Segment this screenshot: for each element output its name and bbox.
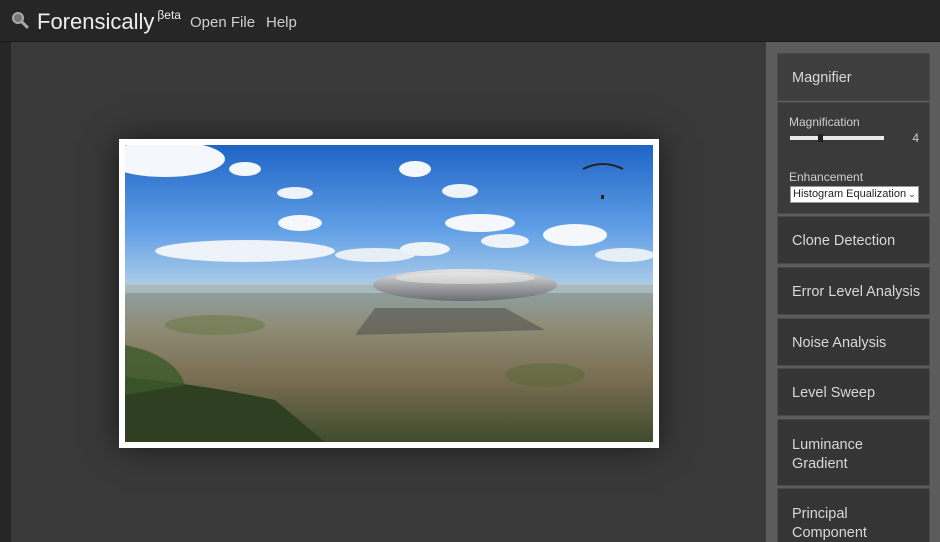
image-frame <box>119 139 659 448</box>
main-area <box>0 42 766 542</box>
tool-label: Level Sweep <box>792 385 876 401</box>
clone-detection-tool[interactable]: Clone Detection <box>777 216 930 264</box>
analyzed-photo[interactable] <box>125 145 653 442</box>
image-canvas[interactable] <box>11 42 766 542</box>
principal-component-tool[interactable]: Principal Component <box>777 488 930 542</box>
magnification-value: 4 <box>912 131 919 145</box>
level-sweep-tool[interactable]: Level Sweep <box>777 368 930 416</box>
error-level-analysis-tool[interactable]: Error Level Analysis <box>777 267 930 315</box>
magnifier-label: Magnifier <box>792 70 852 86</box>
tool-label: Luminance Gradient <box>792 437 863 472</box>
noise-analysis-tool[interactable]: Noise Analysis <box>777 318 930 366</box>
tool-label: Error Level Analysis <box>792 284 921 300</box>
chevron-down-icon: ⌄ <box>908 187 916 202</box>
luminance-gradient-tool[interactable]: Luminance Gradient <box>777 419 930 486</box>
magnifier-tool[interactable]: Magnifier <box>777 53 930 101</box>
top-bar: Forensically βeta Open File Help <box>0 0 940 42</box>
magnification-slider-thumb[interactable] <box>818 134 824 142</box>
tool-label: Principal Component <box>792 506 867 541</box>
magnification-slider[interactable] <box>790 134 884 142</box>
enhancement-select-value: Histogram Equalization <box>793 188 907 200</box>
tool-label: Noise Analysis <box>792 335 887 351</box>
app-title-text: Forensically <box>37 9 155 34</box>
tool-sidebar: Magnifier Magnification 4 Enhancement Hi… <box>766 42 940 542</box>
magnification-label: Magnification <box>789 115 860 129</box>
help-link[interactable]: Help <box>266 14 297 31</box>
app-title: Forensically βeta <box>37 8 181 35</box>
enhancement-select[interactable]: Histogram Equalization ⌄ <box>790 186 919 203</box>
magnifier-settings: Magnification 4 Enhancement Histogram Eq… <box>777 102 930 214</box>
beta-badge: βeta <box>157 8 181 22</box>
magnifying-glass-icon <box>12 12 29 29</box>
open-file-link[interactable]: Open File <box>190 14 255 31</box>
tool-label: Clone Detection <box>792 233 896 249</box>
enhancement-label: Enhancement <box>789 170 864 184</box>
